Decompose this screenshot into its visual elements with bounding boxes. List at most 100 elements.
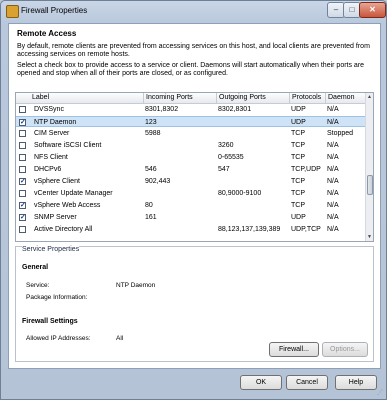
cell-protocols: UDP xyxy=(291,214,306,221)
service-checkbox[interactable] xyxy=(19,190,26,197)
cell-daemon: Stopped xyxy=(327,130,354,137)
title-bar[interactable]: Firewall Properties – □ ✕ xyxy=(1,1,386,21)
general-heading: General xyxy=(22,264,49,271)
table-row[interactable]: Software iSCSI Client 3260 TCP N/A xyxy=(16,140,365,151)
cell-incoming-ports: 80 xyxy=(145,202,153,209)
scroll-down-icon[interactable]: ▼ xyxy=(366,233,373,241)
firewall-settings-heading: Firewall Settings xyxy=(22,318,78,325)
cell-incoming-ports xyxy=(145,224,215,235)
cell-daemon: N/A xyxy=(327,214,339,221)
cell-label: DHCPv6 xyxy=(34,166,62,173)
service-checkbox[interactable] xyxy=(19,142,26,149)
cell-label: vCenter Update Manager xyxy=(34,190,113,197)
service-checkbox[interactable]: ✓ xyxy=(19,214,26,221)
services-table: Label Incoming Ports Outgoing Ports Prot… xyxy=(15,92,374,242)
remote-access-heading: Remote Access xyxy=(17,29,77,38)
service-checkbox[interactable] xyxy=(19,166,26,173)
cell-label: DVSSync xyxy=(34,106,64,113)
cell-outgoing-ports: 88,123,137,139,389 xyxy=(218,226,281,233)
service-checkbox[interactable] xyxy=(19,226,26,233)
service-checkbox[interactable]: ✓ xyxy=(19,178,26,185)
table-row[interactable]: DVSSync 8301,8302 8302,8301 UDP N/A xyxy=(16,104,365,115)
table-header: Label Incoming Ports Outgoing Ports Prot… xyxy=(16,93,365,104)
cell-outgoing-ports xyxy=(218,117,288,128)
scroll-up-icon[interactable]: ▲ xyxy=(366,93,373,101)
service-checkbox[interactable]: ✓ xyxy=(19,202,26,209)
cell-label: NFS Client xyxy=(34,154,68,161)
cell-daemon: N/A xyxy=(327,166,339,173)
cell-incoming-ports: 8301,8302 xyxy=(145,106,179,113)
cell-label: vSphere Client xyxy=(34,178,80,185)
cell-protocols: TCP xyxy=(291,142,305,149)
table-scrollbar[interactable]: ▲ ▼ xyxy=(365,93,373,241)
service-properties-group: Service Properties General Service: NTP … xyxy=(15,246,374,362)
cell-daemon: N/A xyxy=(327,178,339,185)
cell-incoming-ports xyxy=(145,152,215,163)
cell-incoming-ports xyxy=(145,140,215,151)
cell-incoming-ports: 546 xyxy=(145,166,157,173)
firewall-icon xyxy=(6,5,19,18)
cell-protocols: TCP xyxy=(291,178,305,185)
cell-protocols: TCP xyxy=(291,154,305,161)
cell-daemon: N/A xyxy=(327,202,339,209)
cell-protocols: TCP,UDP xyxy=(291,166,321,173)
service-value: NTP Daemon xyxy=(116,282,156,289)
table-row[interactable]: ✓ NTP Daemon 123 UDP N/A xyxy=(16,116,365,127)
cell-outgoing-ports xyxy=(218,128,288,139)
service-label: Service: xyxy=(26,282,50,289)
cell-outgoing-ports xyxy=(218,176,288,187)
service-checkbox[interactable] xyxy=(19,130,26,137)
cell-incoming-ports: 5988 xyxy=(145,130,161,137)
service-checkbox[interactable] xyxy=(19,154,26,161)
firewall-properties-window: Firewall Properties – □ ✕ Remote Access … xyxy=(0,0,387,400)
window-title: Firewall Properties xyxy=(21,6,88,15)
close-button[interactable]: ✕ xyxy=(359,2,386,18)
cell-daemon: N/A xyxy=(327,119,339,126)
cell-outgoing-ports: 3260 xyxy=(218,142,234,149)
cell-outgoing-ports: 0-65535 xyxy=(218,154,244,161)
dialog-content: Remote Access By default, remote clients… xyxy=(8,23,381,369)
table-row[interactable]: ✓ SNMP Server 161 UDP N/A xyxy=(16,212,365,223)
cell-protocols: UDP xyxy=(291,106,306,113)
allowed-ip-label: Allowed IP Addresses: xyxy=(26,335,91,342)
cell-protocols: UDP,TCP xyxy=(291,226,321,233)
help-button[interactable]: Help xyxy=(335,375,377,390)
package-info-label: Package Information: xyxy=(26,294,88,301)
table-row[interactable]: vCenter Update Manager 80,9000-9100 TCP N/A xyxy=(16,188,365,199)
col-incoming-header[interactable]: Incoming Ports xyxy=(143,93,216,103)
table-row[interactable]: DHCPv6 546 547 TCP,UDP N/A xyxy=(16,164,365,175)
cell-protocols: TCP xyxy=(291,202,305,209)
cell-outgoing-ports xyxy=(218,212,288,223)
table-row[interactable]: Active Directory All 88,123,137,139,389 UD… xyxy=(16,224,365,235)
col-outgoing-header[interactable]: Outgoing Ports xyxy=(216,93,289,103)
cell-daemon: N/A xyxy=(327,142,339,149)
table-row[interactable]: NFS Client 0-65535 TCP N/A xyxy=(16,152,365,163)
cell-daemon: N/A xyxy=(327,226,339,233)
cell-incoming-ports: 902,443 xyxy=(145,178,171,185)
col-protocols-header[interactable]: Protocols xyxy=(289,93,325,103)
table-row[interactable]: CIM Server 5988 TCP Stopped xyxy=(16,128,365,139)
cell-label: SNMP Server xyxy=(34,214,77,221)
cell-daemon: N/A xyxy=(327,190,339,197)
cell-daemon: N/A xyxy=(327,154,339,161)
scrollbar-thumb[interactable] xyxy=(367,175,373,195)
ok-button[interactable]: OK xyxy=(240,375,282,390)
service-checkbox[interactable] xyxy=(19,106,26,113)
table-row[interactable]: ✓ vSphere Client 902,443 TCP N/A xyxy=(16,176,365,187)
col-daemon-header[interactable]: Daemon xyxy=(325,93,365,103)
cell-outgoing-ports xyxy=(218,200,288,211)
table-row[interactable]: ✓ vSphere Web Access 80 TCP N/A xyxy=(16,200,365,211)
options-button[interactable]: Options... xyxy=(322,342,368,357)
cell-label: CIM Server xyxy=(34,130,70,137)
cell-protocols: UDP xyxy=(291,119,306,126)
resize-grip-icon[interactable]: ⋰ xyxy=(377,389,385,397)
cell-outgoing-ports: 80,9000-9100 xyxy=(218,190,262,197)
cell-incoming-ports: 123 xyxy=(145,119,157,126)
col-label-header[interactable]: Label xyxy=(30,93,143,103)
cell-incoming-ports: 161 xyxy=(145,214,157,221)
service-checkbox[interactable]: ✓ xyxy=(19,119,26,126)
cancel-button[interactable]: Cancel xyxy=(286,375,328,390)
cell-label: vSphere Web Access xyxy=(34,202,101,209)
cell-label: Active Directory All xyxy=(34,226,93,233)
firewall-button[interactable]: Firewall... xyxy=(269,342,319,357)
